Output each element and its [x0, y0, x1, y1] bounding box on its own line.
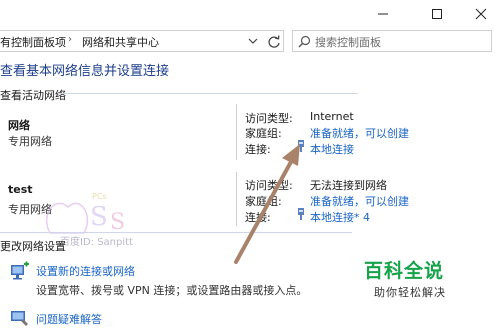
- brand-subtitle: 助你轻松解决: [374, 286, 446, 299]
- brand-title: 百科全说: [364, 260, 445, 282]
